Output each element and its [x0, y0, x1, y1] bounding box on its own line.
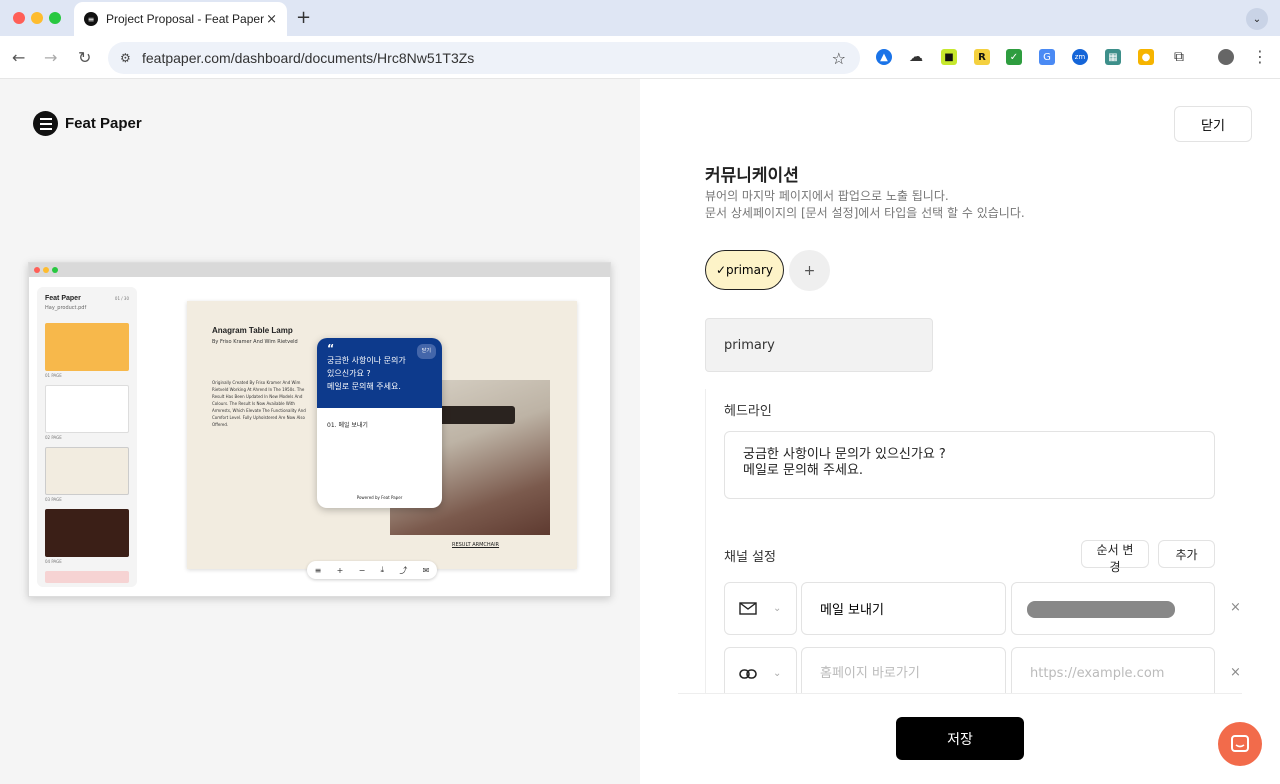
tab-close-icon[interactable]: × — [266, 12, 277, 27]
preview-page-count: 01 / 30 — [114, 296, 129, 301]
thumbnail-label: 01 PAGE — [45, 373, 62, 378]
extension-r-icon[interactable]: R — [974, 49, 990, 65]
maximize-window-button[interactable] — [49, 12, 61, 24]
back-icon[interactable]: ← — [12, 48, 25, 67]
extension-icon[interactable]: ▦ — [1105, 49, 1121, 65]
url-text[interactable]: featpaper.com/dashboard/documents/Hrc8Nw… — [142, 50, 832, 66]
new-tab-button[interactable]: + — [296, 7, 311, 28]
popup-close-button: 닫기 — [416, 344, 436, 359]
chevron-down-icon: ⌄ — [773, 668, 782, 679]
add-type-button[interactable]: + — [789, 250, 830, 291]
settings-pane: 닫기 커뮤니케이션 뷰어의 마지막 페이지에서 팝업으로 노출 됩니다. 문서 … — [640, 79, 1280, 784]
chat-support-button[interactable] — [1218, 722, 1262, 766]
viewer-preview: Feat Paper 01 / 30 Hay_product.pdf 01 PA… — [28, 262, 611, 597]
translate-icon[interactable]: G — [1039, 49, 1055, 65]
extension-icon[interactable]: ▲ — [876, 49, 892, 65]
add-channel-button[interactable]: 추가 — [1158, 540, 1215, 568]
feat-paper-favicon: ≡ — [84, 12, 98, 26]
tab-title: Project Proposal - Feat Paper — [106, 12, 265, 26]
redacted-email — [1027, 601, 1175, 618]
extension-icon[interactable]: ■ — [941, 49, 957, 65]
preview-file-name: Hay_product.pdf — [45, 305, 87, 311]
preview-toolbar: ≡ + − ⤓ ⤴ ✉ — [307, 561, 437, 579]
zoom-in-icon: + — [336, 565, 344, 575]
tab-search-icon[interactable]: ⌄ — [1246, 8, 1268, 30]
doc-body: Originally Created By Friso Kramer And W… — [212, 380, 306, 427]
cloud-icon[interactable]: ☁ — [908, 49, 924, 65]
headline-textarea[interactable]: 궁금한 사항이나 문의가 있으신가요 ? 메일로 문의해 주세요. — [724, 431, 1215, 499]
page-thumbnail — [45, 385, 129, 433]
description-line: 뷰어의 마지막 페이지에서 팝업으로 노출 됩니다. — [705, 189, 949, 203]
popup-footer: Powered by Feat Paper — [356, 495, 403, 500]
page-thumbnail — [45, 509, 129, 557]
reload-icon[interactable]: ↻ — [78, 48, 91, 67]
remove-channel-icon[interactable]: × — [1230, 600, 1241, 615]
description-line: 문서 상세페이지의 [문서 설정]에서 타입을 선택 할 수 있습니다. — [705, 206, 1025, 220]
section-description: 뷰어의 마지막 페이지에서 팝업으로 노출 됩니다. 문서 상세페이지의 [문서… — [705, 188, 1025, 222]
popup-channel-item: 01. 메일 보내기 — [327, 422, 368, 429]
popup-text: 궁금한 사항이나 문의가 — [327, 356, 406, 365]
link-icon — [739, 668, 757, 679]
thumbnail-label: 04 PAGE — [45, 559, 62, 564]
zoom-out-icon: − — [358, 565, 366, 575]
zoom-icon[interactable]: zm — [1072, 49, 1088, 65]
headline-line: 메일로 문의해 주세요. — [743, 463, 864, 478]
page-thumbnail — [45, 571, 129, 583]
profile-avatar[interactable] — [1218, 49, 1234, 65]
minimize-window-button[interactable] — [31, 12, 43, 24]
reorder-button[interactable]: 순서 변경 — [1081, 540, 1149, 574]
close-window-button[interactable] — [13, 12, 25, 24]
doc-title: Anagram Table Lamp — [212, 326, 293, 335]
type-name-input[interactable] — [705, 318, 933, 372]
mail-icon — [739, 602, 757, 615]
thumbnail-label: 02 PAGE — [45, 435, 62, 440]
communication-popup-preview: “ 닫기 궁금한 사항이나 문의가 있으신가요 ? 메일로 문의해 주세요. 0… — [317, 338, 442, 508]
share-icon: ⤴ — [399, 565, 408, 575]
section-title: 커뮤니케이션 — [705, 166, 799, 186]
close-button[interactable]: 닫기 — [1174, 106, 1252, 142]
popup-text: 메일로 문의해 주세요. — [327, 382, 401, 391]
type-chip-primary[interactable]: ✓primary — [705, 250, 784, 290]
address-bar[interactable]: ⚙ featpaper.com/dashboard/documents/Hrc8… — [108, 42, 860, 74]
check-extension-icon[interactable]: ✓ — [1006, 49, 1022, 65]
extensions-puzzle-icon[interactable]: ⧉ — [1171, 49, 1187, 65]
browser-tab[interactable]: ≡ Project Proposal - Feat Paper × — [74, 2, 287, 36]
doc-subtitle: By Friso Kramer And Wim Rietveld — [212, 339, 298, 345]
preview-sidebar: Feat Paper 01 / 30 Hay_product.pdf 01 PA… — [37, 287, 137, 587]
preview-window-bar — [29, 263, 610, 277]
extension-icon[interactable]: ● — [1138, 49, 1154, 65]
popup-text: 있으신가요 ? — [327, 369, 371, 378]
headline-label: 헤드라인 — [724, 404, 772, 419]
page-thumbnail — [45, 323, 129, 371]
brand-name: Feat Paper — [65, 115, 142, 132]
logo-icon — [33, 111, 58, 136]
mail-icon: ✉ — [422, 565, 430, 575]
page-thumbnail — [45, 447, 129, 495]
browser-tab-bar: ≡ Project Proposal - Feat Paper × + ⌄ — [0, 0, 1280, 36]
forward-icon[interactable]: → — [44, 48, 57, 67]
chat-icon — [1231, 735, 1249, 752]
doc-caption: RESULT ARMCHAIR — [452, 542, 500, 548]
preview-pane: Feat Paper Feat Paper 01 / 30 Hay_produc… — [0, 79, 640, 784]
channel-settings-label: 채널 설정 — [724, 550, 776, 565]
feat-paper-logo[interactable]: Feat Paper — [33, 111, 142, 136]
menu-icon[interactable]: ⋮ — [1252, 47, 1268, 66]
channel-row: ⌄ × — [724, 582, 1249, 635]
menu-icon: ≡ — [314, 565, 322, 575]
remove-channel-icon[interactable]: × — [1230, 665, 1241, 680]
browser-toolbar: ← → ↻ ⚙ featpaper.com/dashboard/document… — [0, 36, 1280, 79]
chevron-down-icon: ⌄ — [773, 603, 782, 614]
site-settings-icon[interactable]: ⚙ — [120, 51, 142, 65]
thumbnail-label: 03 PAGE — [45, 497, 62, 502]
headline-line: 궁금한 사항이나 문의가 있으신가요 ? — [743, 447, 946, 462]
download-icon: ⤓ — [380, 565, 385, 574]
bookmark-star-icon[interactable]: ☆ — [832, 49, 846, 68]
save-button[interactable]: 저장 — [896, 717, 1024, 760]
channel-type-select[interactable]: ⌄ — [724, 582, 797, 635]
channel-name-input[interactable] — [801, 582, 1006, 635]
